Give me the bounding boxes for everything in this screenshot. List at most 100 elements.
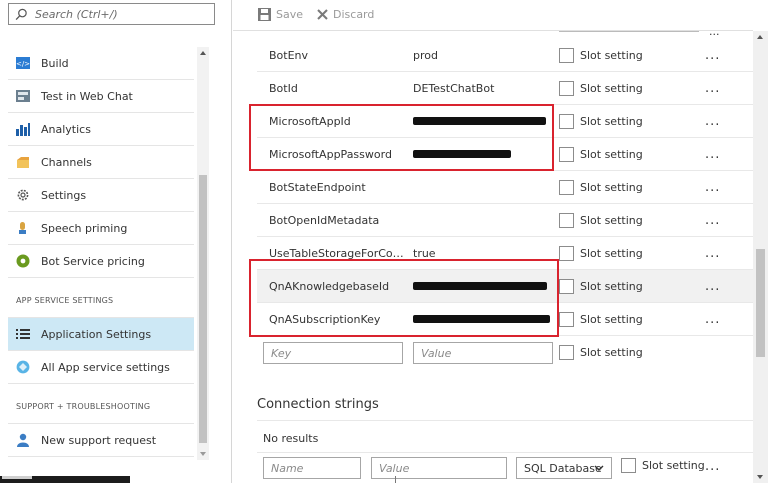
menu-item-test-in-web-chat[interactable]: Test in Web Chat — [8, 80, 194, 113]
menu-item-settings[interactable]: Settings — [8, 179, 194, 212]
slot-setting-checkbox[interactable]: Slot setting — [621, 458, 705, 473]
save-button[interactable]: Save — [258, 7, 303, 21]
code-icon: </> — [16, 57, 30, 69]
menu-search-input[interactable] — [35, 6, 210, 22]
setting-value[interactable]: prod — [413, 49, 553, 62]
connection-name-input[interactable] — [264, 458, 360, 478]
menu-item-label: Channels — [41, 155, 92, 169]
slot-setting-checkbox[interactable]: Slot setting — [559, 114, 643, 129]
more-icon[interactable]: ... — [705, 247, 720, 260]
app-setting-row-botopenidmetadata[interactable]: BotOpenIdMetadata Slot setting ... — [257, 204, 753, 237]
connection-strings-empty: No results — [257, 420, 753, 453]
connection-type-select[interactable]: SQL Database — [516, 457, 612, 479]
menu-item-label: New support request — [41, 433, 157, 447]
connection-strings-title: Connection strings — [257, 397, 379, 412]
menu-search-box[interactable] — [8, 3, 215, 25]
slot-setting-checkbox[interactable]: Slot setting — [559, 81, 643, 96]
setting-name: BotStateEndpoint — [269, 181, 366, 194]
slot-setting-checkbox[interactable]: Slot setting — [559, 213, 643, 228]
chat-test-icon — [16, 90, 30, 102]
slot-setting-checkbox[interactable]: Slot setting — [559, 279, 643, 294]
section-header-app-service-settings: APP SERVICE SETTINGS — [8, 278, 194, 318]
list-icon — [16, 329, 30, 339]
app-service-icon — [16, 360, 30, 374]
gear-icon — [17, 189, 29, 201]
settings-scrollbar[interactable] — [753, 31, 768, 483]
new-connection-string-row: SQL Database Slot setting ... — [257, 453, 753, 483]
menu-item-speech-priming[interactable]: Speech priming — [8, 212, 194, 245]
app-setting-row-botstateendpoint[interactable]: BotStateEndpoint Slot setting ... — [257, 171, 753, 204]
menu-item-application-settings[interactable]: Application Settings — [8, 318, 194, 351]
new-value-input[interactable] — [414, 343, 552, 363]
app-setting-row-botid[interactable]: BotId DETestChatBot Slot setting ... — [257, 72, 753, 105]
azure-portal: </> Build Test in Web Chat — [0, 0, 768, 483]
new-value-field[interactable] — [413, 342, 553, 364]
menu-item-build[interactable]: </> Build — [8, 47, 194, 80]
menu-item-label: Build — [41, 56, 69, 70]
more-icon[interactable]: ... — [705, 460, 720, 473]
more-icon[interactable]: ... — [705, 49, 720, 62]
slot-setting-checkbox[interactable]: Slot setting — [559, 246, 643, 261]
more-icon[interactable]: ... — [705, 214, 720, 227]
highlight-box-app-credentials — [249, 104, 554, 171]
slot-setting-checkbox[interactable]: Slot setting — [559, 180, 643, 195]
setting-name: BotOpenIdMetadata — [269, 214, 380, 227]
menu-item-label: All App service settings — [41, 360, 170, 374]
more-icon[interactable]: ... — [705, 115, 720, 128]
connection-name-field[interactable] — [263, 457, 361, 479]
menu-item-label: Speech priming — [41, 221, 128, 235]
discard-button[interactable]: Discard — [317, 8, 374, 21]
settings-content: ... BotEnv prod Slot setting ... BotId D… — [257, 31, 753, 483]
setting-name: BotEnv — [269, 49, 309, 62]
menu-item-analytics[interactable]: Analytics — [8, 113, 194, 146]
pricing-icon — [16, 254, 30, 268]
taskbar-fragment — [0, 476, 130, 483]
command-bar: Save Discard — [258, 4, 388, 24]
scrollbar-thumb[interactable] — [756, 249, 765, 357]
slot-setting-checkbox[interactable]: Slot setting — [559, 48, 643, 63]
scroll-up-arrow-icon[interactable] — [200, 51, 206, 55]
partial-row: ... — [257, 31, 753, 35]
scroll-down-arrow-icon[interactable] — [200, 452, 206, 456]
menu-item-channels[interactable]: Channels — [8, 146, 194, 179]
text-cursor — [395, 476, 396, 483]
support-icon — [17, 433, 29, 447]
more-icon[interactable]: ... — [705, 82, 720, 95]
svg-text:</>: </> — [16, 60, 30, 68]
app-setting-row-botenv[interactable]: BotEnv prod Slot setting ... — [257, 39, 753, 72]
setting-value[interactable]: DETestChatBot — [413, 82, 553, 95]
menu-list: </> Build Test in Web Chat Analytics Cha… — [8, 47, 194, 457]
menu-item-label: Analytics — [41, 122, 91, 136]
application-settings-blade: Save Discard ... BotEnv prod — [233, 0, 768, 483]
scrollbar-thumb[interactable] — [199, 175, 207, 443]
highlight-box-qna-settings — [249, 259, 559, 337]
new-app-setting-row: Slot setting — [257, 336, 753, 369]
search-icon — [15, 8, 27, 21]
menu-item-label: Test in Web Chat — [41, 89, 133, 103]
menu-item-label: Bot Service pricing — [41, 254, 145, 268]
scroll-up-arrow-icon[interactable] — [757, 35, 763, 39]
slot-setting-checkbox[interactable]: Slot setting — [559, 345, 643, 360]
more-icon[interactable]: ... — [705, 313, 720, 326]
connection-value-input[interactable] — [372, 458, 506, 478]
more-icon[interactable]: ... — [705, 280, 720, 293]
more-icon[interactable]: ... — [705, 181, 720, 194]
scroll-down-arrow-icon[interactable] — [757, 475, 763, 479]
speech-icon — [19, 222, 26, 234]
setting-name: BotId — [269, 82, 298, 95]
section-header-support-troubleshooting: SUPPORT + TROUBLESHOOTING — [8, 384, 194, 424]
menu-item-new-support-request[interactable]: New support request — [8, 424, 194, 457]
connection-value-field[interactable] — [371, 457, 507, 479]
menu-item-all-app-service-settings[interactable]: All App service settings — [8, 351, 194, 384]
slot-setting-checkbox[interactable]: Slot setting — [559, 147, 643, 162]
menu-scrollbar[interactable] — [197, 47, 209, 460]
chevron-down-icon — [594, 465, 604, 471]
resource-menu: </> Build Test in Web Chat — [0, 0, 232, 483]
menu-item-bot-service-pricing[interactable]: Bot Service pricing — [8, 245, 194, 278]
analytics-icon — [16, 123, 30, 136]
menu-item-label: Settings — [41, 188, 87, 202]
new-key-field[interactable] — [263, 342, 403, 364]
new-key-input[interactable] — [264, 343, 402, 363]
more-icon[interactable]: ... — [705, 148, 720, 161]
slot-setting-checkbox[interactable]: Slot setting — [559, 312, 643, 327]
